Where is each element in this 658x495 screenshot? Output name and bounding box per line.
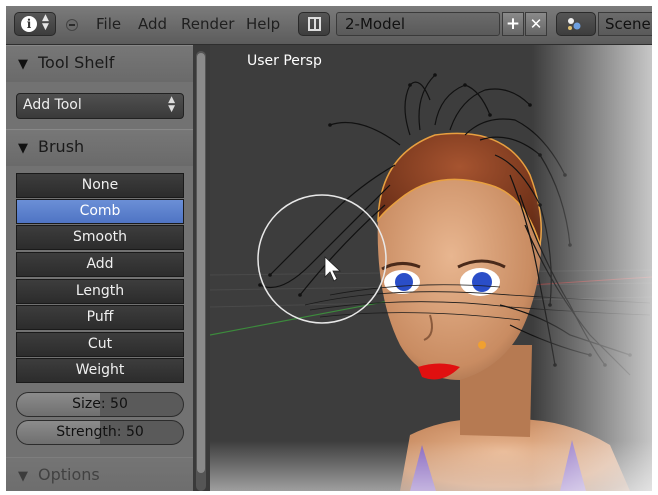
tool-shelf-header[interactable]: ▼ Tool Shelf (6, 45, 193, 82)
brush-length-button[interactable]: Length (16, 279, 184, 304)
close-icon: ✕ (529, 15, 543, 33)
screen-layout-field[interactable]: 2-Model (336, 12, 500, 36)
options-panel-header[interactable]: ▼ Options (6, 457, 193, 491)
top-header: i ▲ ▼ File Add Render Help 2-Model + ✕ Sc… (6, 6, 652, 45)
menu-render[interactable]: Render (181, 15, 234, 33)
minimize-icon[interactable] (66, 19, 78, 31)
add-icon: + (505, 14, 521, 34)
brush-comb-button[interactable]: Comb (16, 199, 184, 224)
size-slider-label: Size: 50 (72, 396, 128, 412)
viewport-label: User Persp (247, 53, 322, 69)
strength-slider[interactable]: Strength: 50 (16, 420, 184, 445)
brush-none-button[interactable]: None (16, 173, 184, 198)
add-tool-dropdown[interactable]: Add Tool ▲ ▼ (16, 93, 184, 119)
menu-file[interactable]: File (96, 15, 121, 33)
remove-screen-button[interactable]: ✕ (525, 12, 547, 36)
editor-type-button[interactable]: i ▲ ▼ (14, 12, 56, 36)
brush-panel-title: Brush (38, 137, 85, 156)
options-panel-title: Options (38, 465, 100, 484)
up-down-arrows-icon: ▲ ▼ (168, 95, 175, 114)
expand-triangle-icon: ▼ (18, 57, 28, 72)
brush-cut-button[interactable]: Cut (16, 332, 184, 357)
brush-smooth-button[interactable]: Smooth (16, 225, 184, 250)
brush-puff-button[interactable]: Puff (16, 305, 184, 330)
brush-weight-button[interactable]: Weight (16, 358, 184, 383)
menu-help[interactable]: Help (246, 15, 280, 33)
tool-shelf-scrollbar[interactable] (196, 51, 206, 491)
up-down-arrows-icon: ▲ ▼ (42, 13, 49, 32)
tool-shelf-title: Tool Shelf (38, 53, 115, 72)
add-tool-label: Add Tool (23, 97, 82, 113)
mouse-cursor-icon (324, 256, 342, 282)
brush-panel-header[interactable]: ▼ Brush (6, 129, 193, 166)
scene-name: Scene (605, 15, 651, 33)
scene-name-field[interactable]: Scene (598, 12, 652, 36)
scene-render (210, 73, 652, 491)
iris-right (472, 272, 492, 292)
particle-point (478, 341, 486, 349)
screen-layout-name: 2-Model (345, 15, 405, 33)
3d-viewport[interactable]: User Persp (210, 45, 652, 491)
tool-shelf: ▼ Tool Shelf Add Tool ▲ ▼ ▼ Brush None Co… (6, 45, 193, 491)
scene-browse-button[interactable] (556, 12, 596, 36)
size-slider[interactable]: Size: 50 (16, 392, 184, 417)
strength-slider-label: Strength: 50 (56, 424, 144, 440)
expand-triangle-icon: ▼ (18, 469, 28, 484)
blender-window: i ▲ ▼ File Add Render Help 2-Model + ✕ Sc… (6, 6, 652, 491)
add-screen-button[interactable]: + (502, 12, 524, 36)
iris-left (395, 273, 413, 291)
expand-triangle-icon: ▼ (18, 141, 28, 156)
info-icon: i (21, 16, 37, 32)
brush-radius-circle (257, 194, 387, 324)
scene-icon (568, 18, 581, 30)
brush-add-button[interactable]: Add (16, 252, 184, 277)
menu-add[interactable]: Add (138, 15, 167, 33)
screen-layout-button[interactable] (298, 12, 330, 36)
screen-layout-icon (308, 17, 321, 31)
